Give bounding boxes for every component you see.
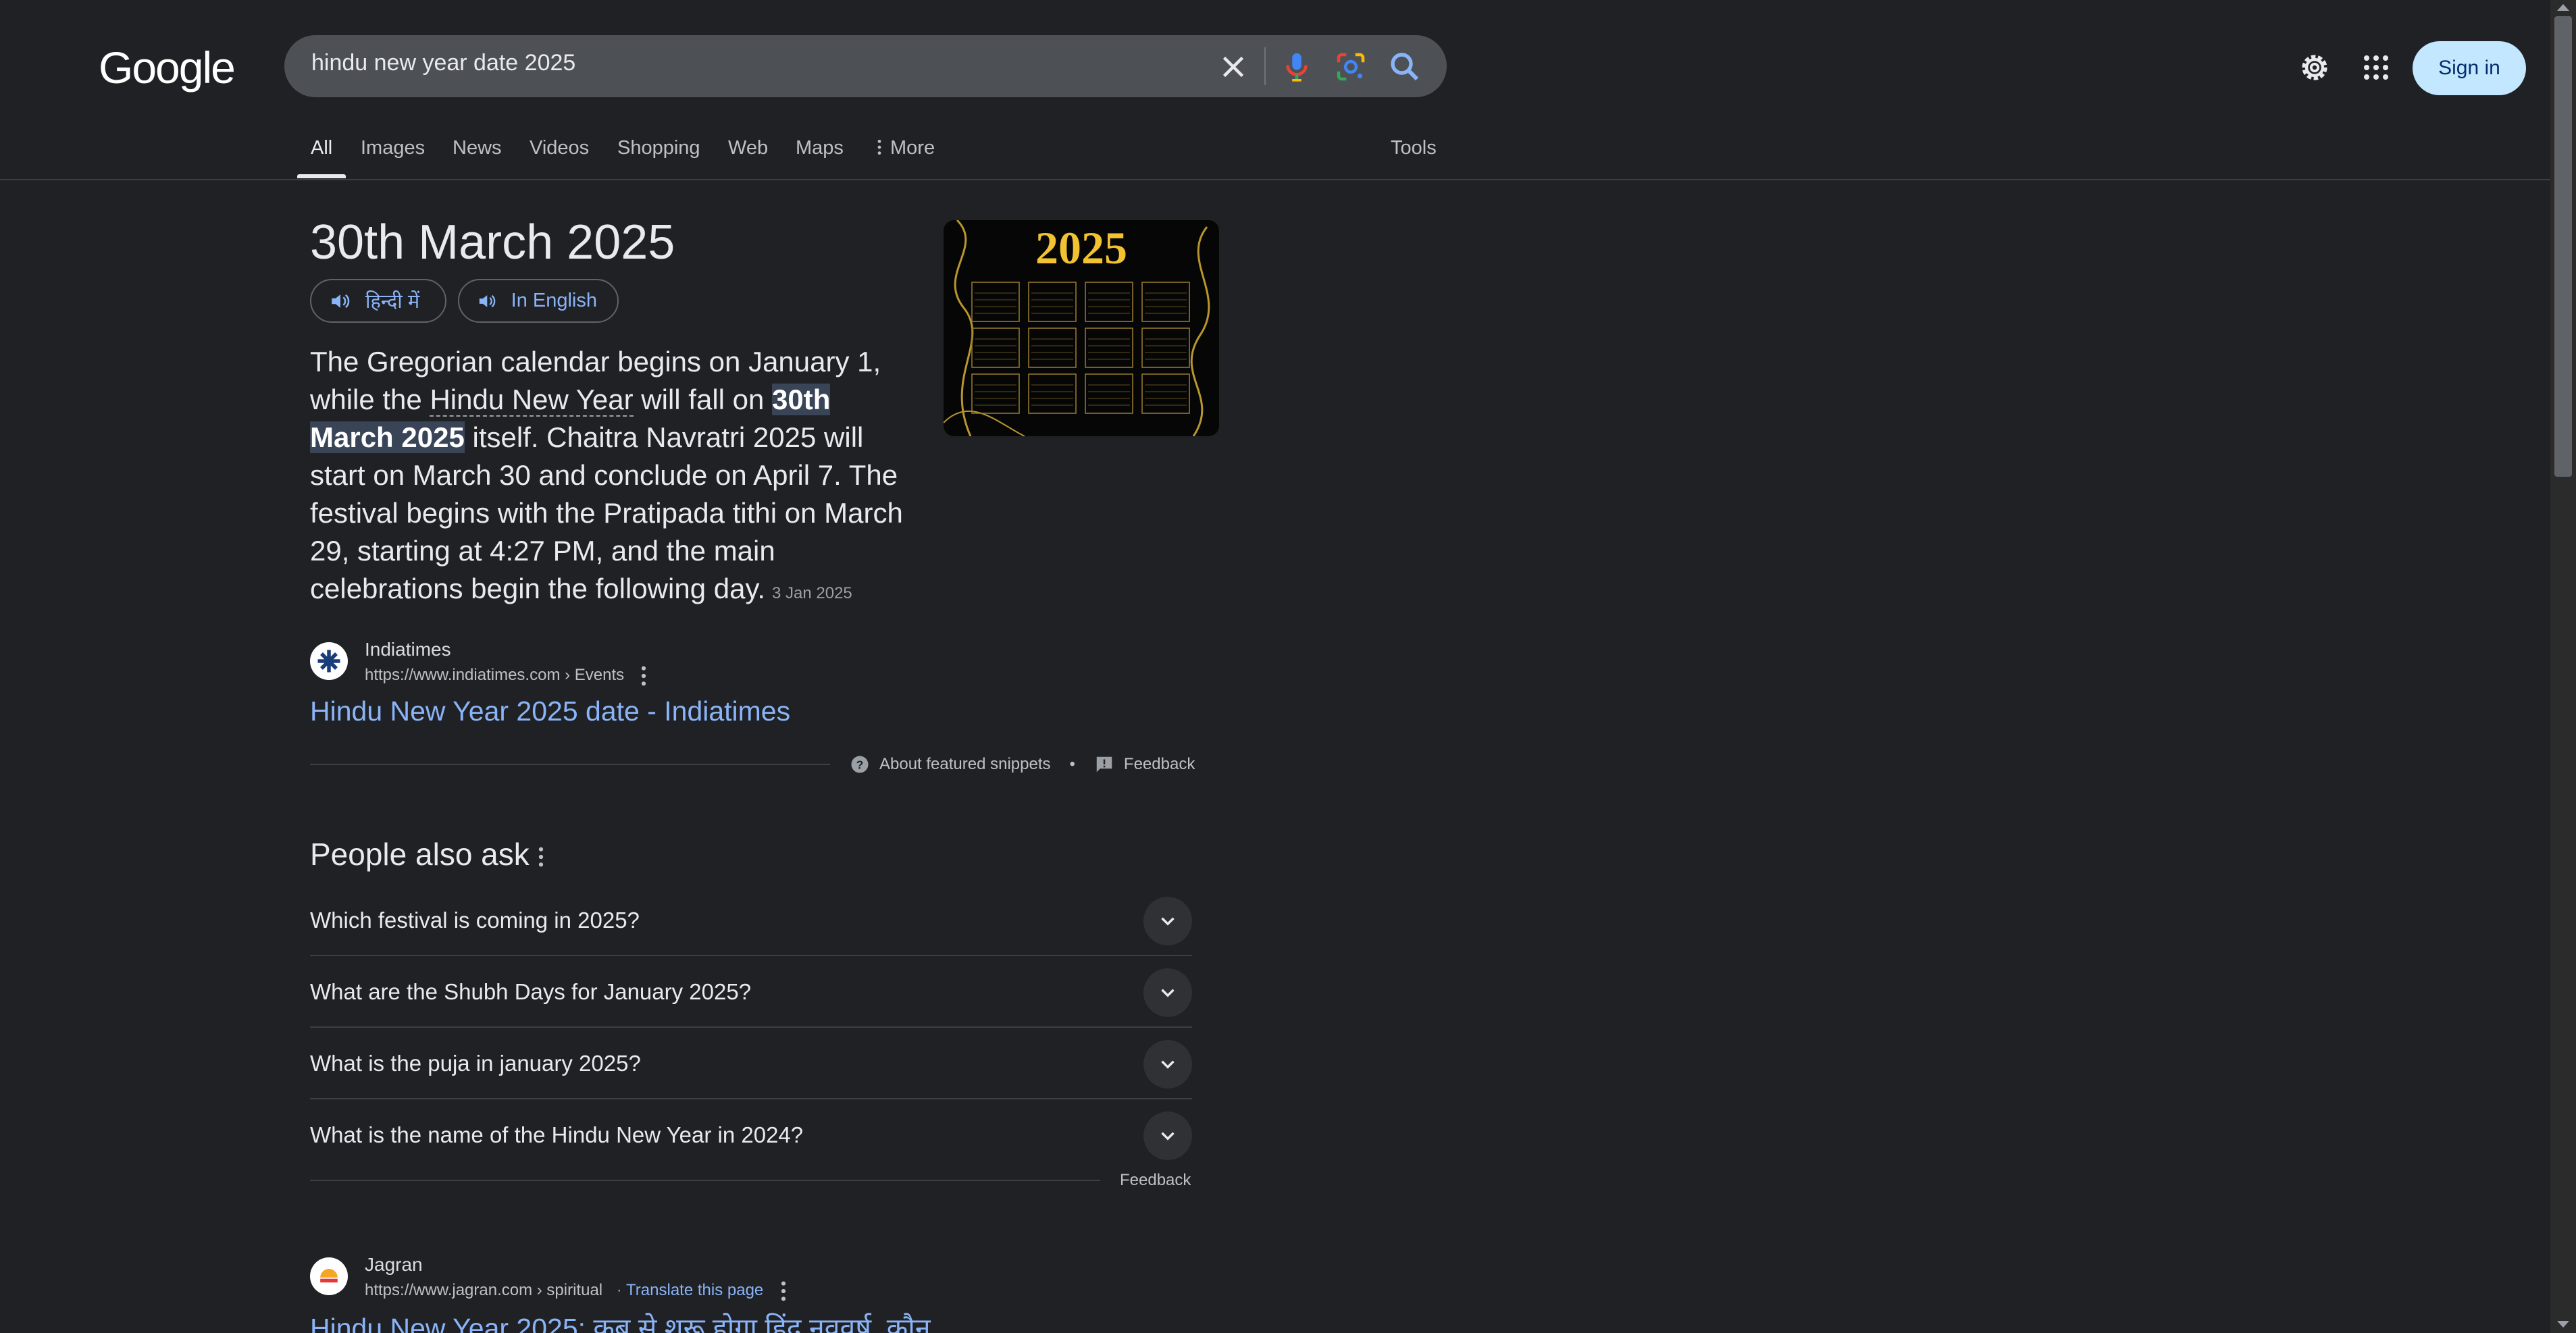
search-bar[interactable]: hindu new year date 2025 <box>284 35 1447 97</box>
gear-icon[interactable] <box>2297 50 2332 85</box>
scroll-up-arrow[interactable] <box>2557 4 2569 11</box>
snippet-term[interactable]: Hindu New Year <box>430 384 634 417</box>
paa-feedback-link[interactable]: Feedback <box>1120 1171 1191 1190</box>
paa-question-text: Which festival is coming in 2025? <box>310 908 640 933</box>
paa-divider <box>310 1180 1100 1181</box>
scroll-down-arrow[interactable] <box>2557 1321 2569 1328</box>
tab-maps[interactable]: Maps <box>796 137 844 159</box>
jagran-favicon <box>310 1257 348 1295</box>
tab-all[interactable]: All <box>311 137 332 159</box>
speaker-icon <box>332 294 350 308</box>
scrollbar-thumb[interactable] <box>2554 16 2572 477</box>
mic-icon[interactable] <box>1279 49 1315 85</box>
google-logo[interactable]: Google <box>99 42 236 93</box>
chevron-down-icon <box>1161 1132 1175 1141</box>
snippet-thumbnail[interactable]: 2025 <box>944 220 1219 436</box>
tab-more[interactable]: More <box>877 137 935 159</box>
tab-web[interactable]: Web <box>728 137 768 159</box>
lens-icon[interactable] <box>1333 49 1369 85</box>
expand-button[interactable] <box>1143 1112 1192 1160</box>
paa-title: People also ask <box>310 837 530 872</box>
indiatimes-favicon <box>310 642 348 680</box>
speaker-icon <box>479 294 496 307</box>
snippet-feedback-link[interactable]: Feedback <box>1124 755 1195 774</box>
footer-separator: • <box>1069 755 1075 773</box>
feedback-icon <box>1096 756 1112 773</box>
question-icon: ? <box>851 756 869 773</box>
expand-button[interactable] <box>1143 1040 1192 1089</box>
kebab-icon[interactable] <box>780 1280 787 1303</box>
tab-more-label: More <box>890 137 935 159</box>
snippet-divider <box>310 764 830 765</box>
svg-text:?: ? <box>856 758 864 771</box>
expand-button[interactable] <box>1143 968 1192 1017</box>
kebab-icon <box>877 139 881 155</box>
snippet-text-part2: will fall on <box>633 384 773 415</box>
listen-english-label: In English <box>511 290 597 311</box>
snippet-date: 3 Jan 2025 <box>772 584 852 602</box>
listen-english-button[interactable]: In English <box>458 279 619 323</box>
source-url-text: https://www.jagran.com › spiritual <box>365 1281 603 1299</box>
active-tab-indicator <box>297 174 346 178</box>
header-divider <box>0 179 2550 180</box>
source-url[interactable]: https://www.indiatimes.com › Events <box>365 666 624 685</box>
tools-button[interactable]: Tools <box>1391 137 1437 159</box>
paa-question-text: What is the puja in january 2025? <box>310 1051 641 1076</box>
about-snippets-link[interactable]: About featured snippets <box>879 755 1051 774</box>
paa-question[interactable]: What is the puja in january 2025? <box>310 1028 1192 1099</box>
snippet-footer: ? About featured snippets • Feedback <box>850 754 1195 775</box>
tab-images[interactable]: Images <box>361 137 425 159</box>
tab-videos[interactable]: Videos <box>530 137 589 159</box>
snippet-answer: 30th March 2025 <box>310 215 675 269</box>
paa-question[interactable]: Which festival is coming in 2025? <box>310 885 1192 956</box>
listen-hindi-button[interactable]: हिन्दी में <box>310 279 446 323</box>
result-title-link[interactable]: Hindu New Year 2025: कब से शुरू होगा हिं… <box>310 1309 931 1333</box>
search-input[interactable]: hindu new year date 2025 <box>311 50 575 76</box>
translate-link[interactable]: Translate this page <box>626 1281 763 1299</box>
chevron-down-icon <box>1161 1060 1175 1069</box>
snippet-text: The Gregorian calendar begins on January… <box>310 343 904 612</box>
paa-question-text: What is the name of the Hindu New Year i… <box>310 1122 804 1147</box>
kebab-icon[interactable] <box>538 845 544 868</box>
apps-icon[interactable] <box>2360 51 2392 84</box>
search-divider <box>1264 47 1266 85</box>
paa-question-text: What are the Shubh Days for January 2025… <box>310 979 752 1004</box>
paa-question[interactable]: What is the name of the Hindu New Year i… <box>310 1099 1192 1171</box>
listen-hindi-label: हिन्दी में <box>365 291 420 313</box>
tab-shopping[interactable]: Shopping <box>617 137 700 159</box>
paa-question[interactable]: What are the Shubh Days for January 2025… <box>310 956 1192 1028</box>
source-url[interactable]: https://www.jagran.com › spiritual · Tra… <box>365 1281 763 1300</box>
expand-button[interactable] <box>1143 897 1192 945</box>
sign-in-button[interactable]: Sign in <box>2413 41 2526 95</box>
chevron-down-icon <box>1161 989 1175 997</box>
source-name[interactable]: Indiatimes <box>365 639 451 660</box>
kebab-icon[interactable] <box>640 664 647 687</box>
thumbnail-year: 2025 <box>1035 222 1127 273</box>
search-icon[interactable] <box>1387 49 1423 85</box>
source-name[interactable]: Jagran <box>365 1254 423 1276</box>
result-title-link[interactable]: Hindu New Year 2025 date - Indiatimes <box>310 696 790 727</box>
clear-icon[interactable] <box>1215 49 1252 85</box>
chevron-down-icon <box>1161 917 1175 926</box>
tab-news[interactable]: News <box>453 137 502 159</box>
